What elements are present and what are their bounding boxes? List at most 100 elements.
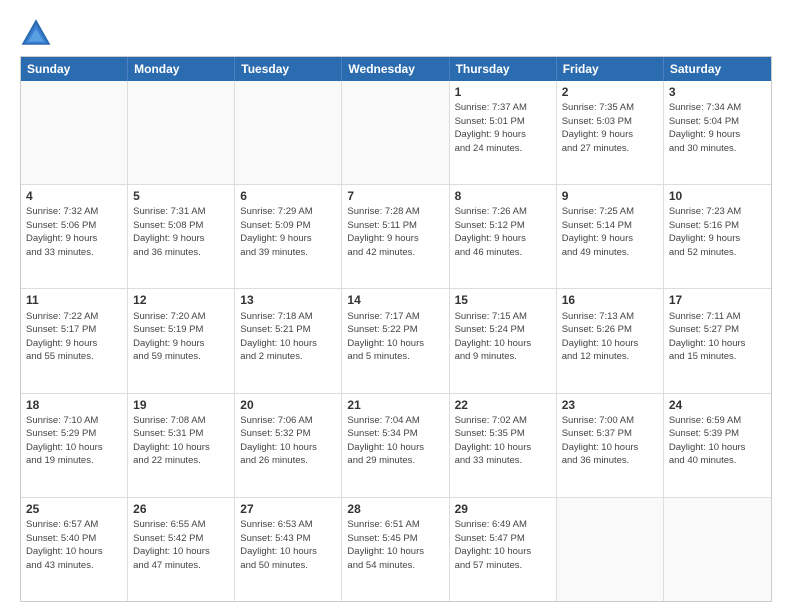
day-number: 23 (562, 397, 658, 413)
header-day-saturday: Saturday (664, 57, 771, 81)
day-number: 14 (347, 292, 443, 308)
calendar-cell (557, 498, 664, 601)
calendar-cell: 22Sunrise: 7:02 AM Sunset: 5:35 PM Dayli… (450, 394, 557, 497)
calendar-cell: 20 Sunrise: 7:06 AM Sunset: 5:32 PM Dayli… (235, 394, 342, 497)
day-number: 3 (669, 84, 766, 100)
calendar-cell: 10 Sunrise: 7:23 AM Sunset: 5:16 PM Dayli… (664, 185, 771, 288)
calendar-cell (21, 81, 128, 184)
day-info: Sunrise: 7:25 AM Sunset: 5:14 PM Dayligh… (562, 206, 634, 258)
day-number: 4 (26, 188, 122, 204)
day-info: Sunrise: 7:18 AM Sunset: 5:21 PM Dayligh… (240, 311, 317, 363)
day-number: 8 (455, 188, 551, 204)
day-number: 5 (133, 188, 229, 204)
day-info: Sunrise: 6:53 AM Sunset: 5:43 PM Dayligh… (240, 519, 317, 571)
calendar-cell: 15Sunrise: 7:15 AM Sunset: 5:24 PM Dayli… (450, 289, 557, 392)
header-day-sunday: Sunday (21, 57, 128, 81)
day-info: Sunrise: 6:57 AM Sunset: 5:40 PM Dayligh… (26, 519, 103, 571)
calendar-cell: 12Sunrise: 7:20 AM Sunset: 5:19 PM Dayli… (128, 289, 235, 392)
day-info: Sunrise: 6:55 AM Sunset: 5:42 PM Dayligh… (133, 519, 210, 571)
calendar-cell: 17 Sunrise: 7:11 AM Sunset: 5:27 PM Dayli… (664, 289, 771, 392)
calendar-cell: 1Sunrise: 7:37 AM Sunset: 5:01 PM Daylig… (450, 81, 557, 184)
day-number: 18 (26, 397, 122, 413)
day-number: 29 (455, 501, 551, 517)
day-info: Sunrise: 7:15 AM Sunset: 5:24 PM Dayligh… (455, 311, 532, 363)
day-info: Sunrise: 7:22 AM Sunset: 5:17 PM Dayligh… (26, 311, 98, 363)
header-day-monday: Monday (128, 57, 235, 81)
day-info: Sunrise: 7:20 AM Sunset: 5:19 PM Dayligh… (133, 311, 205, 363)
calendar-cell (235, 81, 342, 184)
day-info: Sunrise: 7:13 AM Sunset: 5:26 PM Dayligh… (562, 311, 639, 363)
logo-icon (20, 16, 52, 48)
day-number: 28 (347, 501, 443, 517)
calendar-cell (664, 498, 771, 601)
day-number: 2 (562, 84, 658, 100)
calendar-cell: 4 Sunrise: 7:32 AM Sunset: 5:06 PM Daylig… (21, 185, 128, 288)
day-number: 6 (240, 188, 336, 204)
day-info: Sunrise: 7:11 AM Sunset: 5:27 PM Dayligh… (669, 311, 746, 363)
day-number: 10 (669, 188, 766, 204)
day-info: Sunrise: 7:08 AM Sunset: 5:31 PM Dayligh… (133, 415, 210, 467)
calendar-cell: 13 Sunrise: 7:18 AM Sunset: 5:21 PM Dayli… (235, 289, 342, 392)
calendar-cell: 16 Sunrise: 7:13 AM Sunset: 5:26 PM Dayli… (557, 289, 664, 392)
calendar-cell: 7Sunrise: 7:28 AM Sunset: 5:11 PM Daylig… (342, 185, 449, 288)
calendar-cell: 26 Sunrise: 6:55 AM Sunset: 5:42 PM Dayli… (128, 498, 235, 601)
calendar-cell: 9 Sunrise: 7:25 AM Sunset: 5:14 PM Daylig… (557, 185, 664, 288)
logo (20, 16, 56, 48)
day-number: 11 (26, 292, 122, 308)
day-number: 16 (562, 292, 658, 308)
day-info: Sunrise: 7:23 AM Sunset: 5:16 PM Dayligh… (669, 206, 741, 258)
day-info: Sunrise: 6:59 AM Sunset: 5:39 PM Dayligh… (669, 415, 746, 467)
day-info: Sunrise: 7:10 AM Sunset: 5:29 PM Dayligh… (26, 415, 103, 467)
calendar-cell: 2 Sunrise: 7:35 AM Sunset: 5:03 PM Daylig… (557, 81, 664, 184)
day-info: Sunrise: 7:02 AM Sunset: 5:35 PM Dayligh… (455, 415, 532, 467)
calendar-cell: 6 Sunrise: 7:29 AM Sunset: 5:09 PM Daylig… (235, 185, 342, 288)
calendar-cell: 5 Sunrise: 7:31 AM Sunset: 5:08 PM Daylig… (128, 185, 235, 288)
header-day-wednesday: Wednesday (342, 57, 449, 81)
calendar-cell: 3 Sunrise: 7:34 AM Sunset: 5:04 PM Daylig… (664, 81, 771, 184)
calendar-row-4: 25Sunrise: 6:57 AM Sunset: 5:40 PM Dayli… (21, 497, 771, 601)
day-info: Sunrise: 7:34 AM Sunset: 5:04 PM Dayligh… (669, 102, 741, 154)
calendar-row-0: 1Sunrise: 7:37 AM Sunset: 5:01 PM Daylig… (21, 81, 771, 184)
calendar-cell: 23 Sunrise: 7:00 AM Sunset: 5:37 PM Dayli… (557, 394, 664, 497)
header (20, 16, 772, 48)
calendar-cell: 8 Sunrise: 7:26 AM Sunset: 5:12 PM Daylig… (450, 185, 557, 288)
calendar-cell: 18 Sunrise: 7:10 AM Sunset: 5:29 PM Dayli… (21, 394, 128, 497)
header-day-tuesday: Tuesday (235, 57, 342, 81)
calendar-cell: 14Sunrise: 7:17 AM Sunset: 5:22 PM Dayli… (342, 289, 449, 392)
calendar-row-1: 4 Sunrise: 7:32 AM Sunset: 5:06 PM Daylig… (21, 184, 771, 288)
calendar-row-2: 11 Sunrise: 7:22 AM Sunset: 5:17 PM Dayli… (21, 288, 771, 392)
day-number: 20 (240, 397, 336, 413)
day-info: Sunrise: 7:32 AM Sunset: 5:06 PM Dayligh… (26, 206, 98, 258)
day-number: 27 (240, 501, 336, 517)
calendar-cell: 28 Sunrise: 6:51 AM Sunset: 5:45 PM Dayli… (342, 498, 449, 601)
calendar: SundayMondayTuesdayWednesdayThursdayFrid… (20, 56, 772, 602)
calendar-row-3: 18 Sunrise: 7:10 AM Sunset: 5:29 PM Dayli… (21, 393, 771, 497)
day-info: Sunrise: 7:06 AM Sunset: 5:32 PM Dayligh… (240, 415, 317, 467)
calendar-body: 1Sunrise: 7:37 AM Sunset: 5:01 PM Daylig… (21, 81, 771, 601)
day-number: 1 (455, 84, 551, 100)
day-info: Sunrise: 6:49 AM Sunset: 5:47 PM Dayligh… (455, 519, 532, 571)
day-number: 26 (133, 501, 229, 517)
day-info: Sunrise: 7:26 AM Sunset: 5:12 PM Dayligh… (455, 206, 527, 258)
day-number: 17 (669, 292, 766, 308)
day-info: Sunrise: 7:04 AM Sunset: 5:34 PM Dayligh… (347, 415, 424, 467)
calendar-cell: 24 Sunrise: 6:59 AM Sunset: 5:39 PM Dayli… (664, 394, 771, 497)
day-number: 9 (562, 188, 658, 204)
day-number: 13 (240, 292, 336, 308)
day-info: Sunrise: 7:35 AM Sunset: 5:03 PM Dayligh… (562, 102, 634, 154)
header-day-thursday: Thursday (450, 57, 557, 81)
day-info: Sunrise: 7:00 AM Sunset: 5:37 PM Dayligh… (562, 415, 639, 467)
calendar-cell: 11 Sunrise: 7:22 AM Sunset: 5:17 PM Dayli… (21, 289, 128, 392)
day-number: 24 (669, 397, 766, 413)
calendar-cell: 25Sunrise: 6:57 AM Sunset: 5:40 PM Dayli… (21, 498, 128, 601)
day-info: Sunrise: 7:29 AM Sunset: 5:09 PM Dayligh… (240, 206, 312, 258)
day-info: Sunrise: 6:51 AM Sunset: 5:45 PM Dayligh… (347, 519, 424, 571)
day-info: Sunrise: 7:31 AM Sunset: 5:08 PM Dayligh… (133, 206, 205, 258)
calendar-cell (128, 81, 235, 184)
day-number: 21 (347, 397, 443, 413)
calendar-cell: 19 Sunrise: 7:08 AM Sunset: 5:31 PM Dayli… (128, 394, 235, 497)
day-number: 19 (133, 397, 229, 413)
page: SundayMondayTuesdayWednesdayThursdayFrid… (0, 0, 792, 612)
calendar-cell: 21 Sunrise: 7:04 AM Sunset: 5:34 PM Dayli… (342, 394, 449, 497)
day-number: 7 (347, 188, 443, 204)
